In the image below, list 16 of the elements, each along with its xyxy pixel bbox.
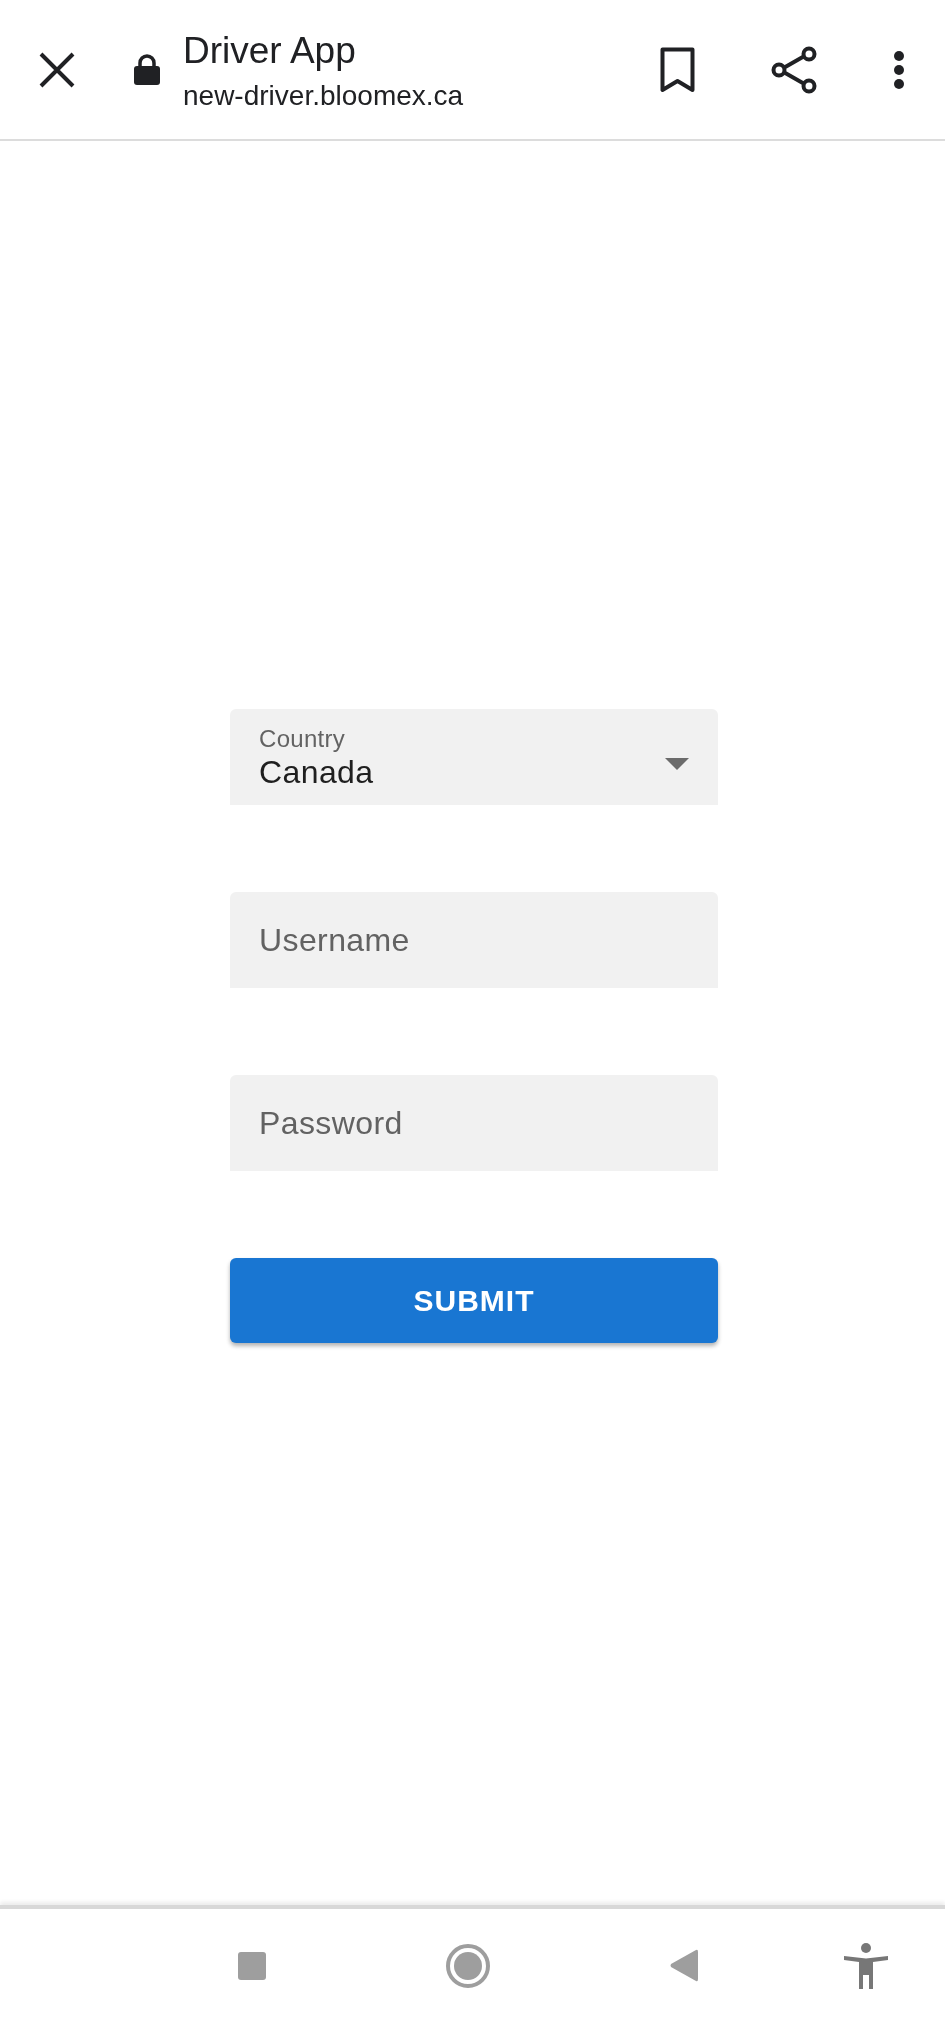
square-icon[interactable] xyxy=(238,1951,266,1980)
text-field[interactable]: Password xyxy=(230,1075,718,1171)
back-icon[interactable] xyxy=(670,1949,698,1982)
circle-icon[interactable] xyxy=(446,1943,490,1988)
more-icon[interactable] xyxy=(893,49,905,90)
page-url: new-driver.bloomex.ca xyxy=(183,78,464,113)
close-icon[interactable] xyxy=(39,51,75,88)
bookmark-icon[interactable] xyxy=(660,46,695,93)
person-icon[interactable] xyxy=(844,1942,888,1989)
lock-icon[interactable] xyxy=(134,54,160,85)
share-icon[interactable] xyxy=(771,45,817,94)
text-field[interactable]: Username xyxy=(230,892,718,988)
page-title: Driver App xyxy=(183,28,357,73)
country-select[interactable]: Country Canada xyxy=(230,709,718,805)
caret-icon xyxy=(665,757,689,770)
submit-button[interactable]: SUBMIT xyxy=(230,1258,718,1343)
